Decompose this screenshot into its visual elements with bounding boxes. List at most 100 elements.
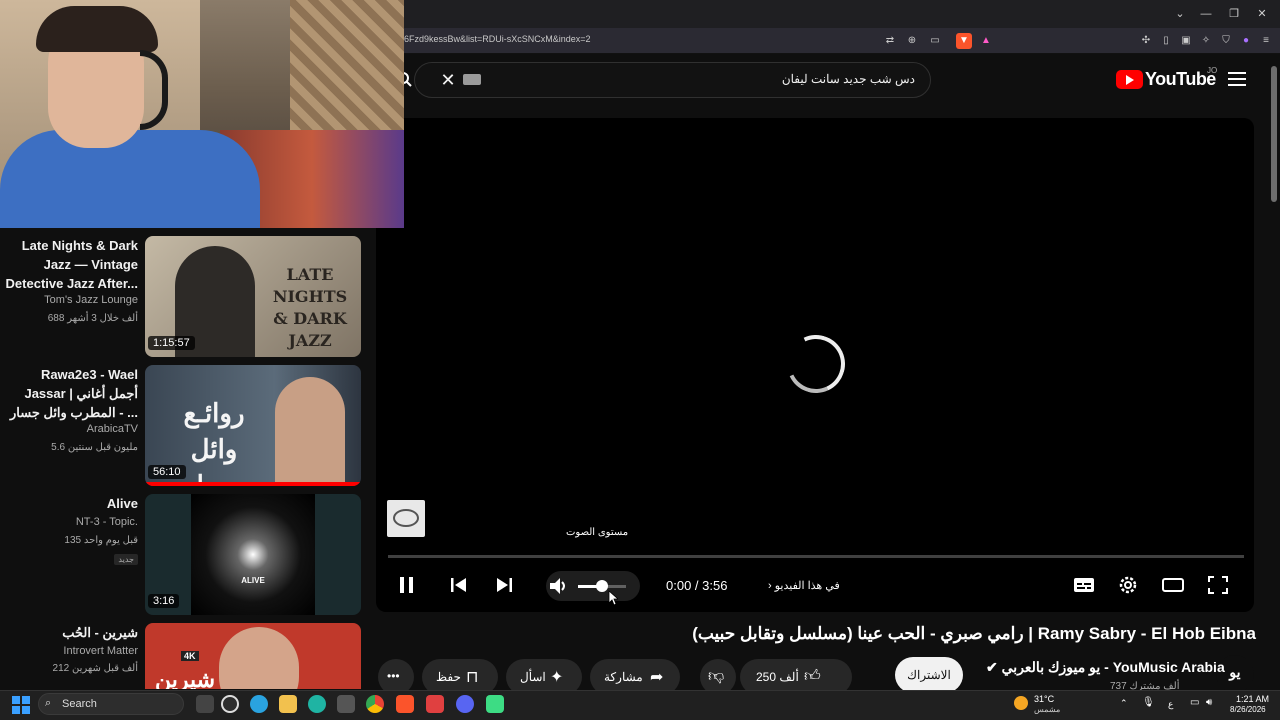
view-count: 5.6 مليون قبل سنتين <box>51 442 138 453</box>
settings-gear-icon[interactable] <box>1115 573 1141 597</box>
extensions-icon[interactable]: ✣ <box>1138 33 1154 49</box>
thumbnail-text: شيرين <box>155 667 216 689</box>
chevron-left-icon: ‹ <box>768 580 772 592</box>
weather-temperature[interactable]: 31°C <box>1034 694 1054 704</box>
wallet-icon[interactable]: ▣ <box>1178 33 1194 49</box>
theater-mode-icon[interactable] <box>1160 573 1186 597</box>
subtitles-icon[interactable] <box>1071 573 1097 597</box>
sun-weather-icon[interactable] <box>1014 696 1028 710</box>
list-item[interactable]: 4K شيرين شيرين - الحُب Introvert Matter … <box>0 623 376 689</box>
time-total: 3:56 <box>702 578 728 593</box>
share-label: مشاركة <box>604 670 643 684</box>
ask-label: اسأل <box>520 670 546 684</box>
webcam-overlay <box>0 0 404 228</box>
clear-search-icon[interactable]: ✕ <box>438 69 458 91</box>
chapter-label: في هذا الفيديو <box>774 580 840 592</box>
keyboard-icon[interactable] <box>463 74 481 85</box>
channel-name[interactable]: Tom's Jazz Lounge <box>44 294 138 306</box>
media-player-icon[interactable] <box>221 695 239 713</box>
weather-description[interactable]: مشمس <box>1034 705 1060 714</box>
view-count: 688 ألف خلال 3 أشهر <box>47 313 138 324</box>
sidebar-icon[interactable]: ▯ <box>1158 33 1174 49</box>
next-button[interactable] <box>491 573 517 597</box>
minimize-button[interactable]: — <box>1196 6 1216 22</box>
subscribe-button[interactable]: الاشتراك <box>895 657 963 693</box>
webcam-person-hair <box>36 6 158 52</box>
microphone-icon[interactable]: 🎙︎ <box>1142 697 1155 708</box>
brave-rewards-icon[interactable]: ▲ <box>978 33 994 49</box>
video-title[interactable]: Late Nights & Dark Jazz — Vintage Detect… <box>3 236 138 293</box>
volume-slider-knob[interactable] <box>596 580 608 592</box>
channel-name[interactable]: NT-3 - Topic. <box>76 516 138 528</box>
taskbar-search-label: Search <box>62 698 97 710</box>
url-field[interactable]: 6Fzd9kessBw&list=RDUi-sXcSNCxM&index=2 <box>404 34 591 44</box>
webcam-wall-pattern <box>290 0 404 130</box>
chapter-button[interactable]: في هذا الفيديو ‹ <box>768 579 840 592</box>
tab-list-icon[interactable]: ⌄ <box>1170 6 1190 22</box>
previous-button[interactable] <box>446 573 472 597</box>
pause-button[interactable] <box>394 573 420 597</box>
search-query-text[interactable]: دس شب جديد سانت ليفان <box>720 72 915 86</box>
vpn-icon[interactable]: ⛉ <box>1218 33 1234 49</box>
duration-badge: 3:16 <box>148 594 180 608</box>
thumbnail-art <box>191 494 315 615</box>
fullscreen-icon[interactable] <box>1205 573 1231 597</box>
hamburger-menu-icon[interactable] <box>1228 72 1246 86</box>
file-explorer-icon[interactable] <box>279 695 297 713</box>
task-view-icon[interactable] <box>196 695 214 713</box>
zoom-icon[interactable]: ⊕ <box>904 33 920 49</box>
new-badge: جديد <box>114 554 138 565</box>
thumbs-up-icon: 👍︎ <box>804 668 821 685</box>
leo-icon[interactable]: ✧ <box>1198 33 1214 49</box>
network-icon[interactable]: ▭ <box>1190 697 1199 708</box>
telegram-icon[interactable] <box>250 695 268 713</box>
brave-shields-icon[interactable]: ▼ <box>956 33 972 49</box>
thumbnail-text: ALIVE <box>241 576 265 585</box>
list-item[interactable]: ALIVE Alive NT-3 - Topic. 135 قبل يوم وا… <box>0 494 376 618</box>
app-icon[interactable] <box>426 695 444 713</box>
list-item[interactable]: LATE NIGHTS & DARK JAZZ Late Nights & Da… <box>0 236 376 360</box>
edge-icon[interactable] <box>308 695 326 713</box>
browser-menu-icon[interactable]: ≡ <box>1258 33 1274 49</box>
scrollbar-thumb[interactable] <box>1271 66 1277 202</box>
clock-date[interactable]: 8/26/2026 <box>1230 705 1266 714</box>
thumbnail-badge: 4K <box>181 651 199 661</box>
video-title[interactable]: Alive <box>3 494 138 513</box>
tray-chevron-up-icon[interactable]: ⌃ <box>1120 698 1128 709</box>
video-title[interactable]: شيرين - الحُب <box>3 623 138 642</box>
speaker-icon[interactable]: 🔊︎ <box>1206 697 1212 708</box>
volume-tooltip: مستوى الصوت <box>566 527 629 538</box>
input-language[interactable]: ع <box>1168 699 1173 710</box>
taskbar-search-input[interactable] <box>38 693 184 715</box>
channel-name[interactable]: ArabicaTV <box>87 423 138 435</box>
channel-name[interactable]: Introvert Matter <box>63 645 138 657</box>
volume-icon[interactable] <box>546 574 572 598</box>
video-title[interactable]: Rawa2e3 - Wael Jassar | أجمل أغاني المطر… <box>3 365 138 422</box>
close-window-button[interactable]: ✕ <box>1252 6 1272 22</box>
discord-icon[interactable] <box>456 695 474 713</box>
install-app-icon[interactable]: ▭ <box>927 33 943 49</box>
channel-name[interactable]: ✔ يو ميوزك بالعربي - YouMusic Arabia <box>986 659 1225 676</box>
youtube-logo-text[interactable]: YouTube <box>1145 69 1216 90</box>
store-icon[interactable] <box>337 695 355 713</box>
time-separator: / <box>691 578 703 593</box>
profile-icon[interactable]: ● <box>1238 33 1254 49</box>
youtube-region-code: JO <box>1207 66 1218 75</box>
channel-name-text[interactable]: يو ميوزك بالعربي - YouMusic Arabia <box>1002 659 1225 675</box>
windows-start-icon[interactable] <box>12 696 30 714</box>
taskbar <box>0 690 1280 720</box>
thumbs-down-icon: 👎︎ <box>708 668 725 685</box>
chrome-icon[interactable] <box>366 695 384 713</box>
webcam-person-shirt <box>0 130 260 228</box>
clock-time[interactable]: 1:21 AM <box>1236 694 1269 704</box>
duration-badge: 1:15:57 <box>148 336 195 350</box>
translate-icon[interactable]: ⇄ <box>882 33 898 49</box>
progress-bar[interactable] <box>388 555 1244 558</box>
video-thumbnail[interactable]: 4K شيرين <box>145 623 361 689</box>
brave-icon[interactable] <box>396 695 414 713</box>
maximize-button[interactable]: ❐ <box>1224 6 1244 22</box>
like-count: 250 ألف <box>756 670 799 684</box>
save-label: حفظ <box>436 670 461 684</box>
list-item[interactable]: روائـع وائل جسار Rawa2e3 - Wael Jassar |… <box>0 365 376 489</box>
android-icon[interactable] <box>486 695 504 713</box>
